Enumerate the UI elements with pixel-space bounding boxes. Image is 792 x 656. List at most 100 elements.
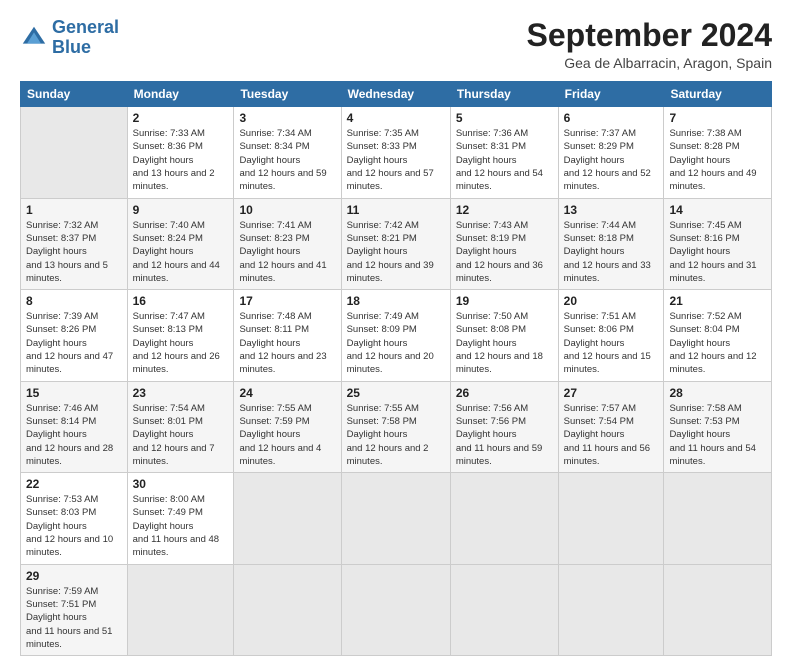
day-number: 13 xyxy=(564,203,659,217)
table-row xyxy=(21,107,128,198)
day-info: Sunrise: 7:57 AMSunset: 7:54 PMDaylight … xyxy=(564,403,650,467)
day-info: Sunrise: 7:33 AMSunset: 8:36 PMDaylight … xyxy=(133,128,215,192)
table-row: 12 Sunrise: 7:43 AMSunset: 8:19 PMDaylig… xyxy=(450,198,558,289)
table-row: 19 Sunrise: 7:50 AMSunset: 8:08 PMDaylig… xyxy=(450,290,558,381)
logo-icon xyxy=(20,24,48,52)
day-number: 11 xyxy=(347,203,445,217)
table-row: 8 Sunrise: 7:39 AMSunset: 8:26 PMDayligh… xyxy=(21,290,128,381)
day-number: 9 xyxy=(133,203,229,217)
day-number: 25 xyxy=(347,386,445,400)
col-sunday: Sunday xyxy=(21,82,128,107)
table-row: 28 Sunrise: 7:58 AMSunset: 7:53 PMDaylig… xyxy=(664,381,772,472)
day-info: Sunrise: 7:36 AMSunset: 8:31 PMDaylight … xyxy=(456,128,543,192)
day-number: 4 xyxy=(347,111,445,125)
day-number: 22 xyxy=(26,477,122,491)
table-row: 6 Sunrise: 7:37 AMSunset: 8:29 PMDayligh… xyxy=(558,107,664,198)
table-row: 20 Sunrise: 7:51 AMSunset: 8:06 PMDaylig… xyxy=(558,290,664,381)
day-number: 28 xyxy=(669,386,766,400)
header: General Blue September 2024 Gea de Albar… xyxy=(20,18,772,71)
day-info: Sunrise: 7:34 AMSunset: 8:34 PMDaylight … xyxy=(239,128,326,192)
table-row: 26 Sunrise: 7:56 AMSunset: 7:56 PMDaylig… xyxy=(450,381,558,472)
table-row: 27 Sunrise: 7:57 AMSunset: 7:54 PMDaylig… xyxy=(558,381,664,472)
day-number: 8 xyxy=(26,294,122,308)
calendar-row: 1 Sunrise: 7:32 AMSunset: 8:37 PMDayligh… xyxy=(21,198,772,289)
day-info: Sunrise: 7:45 AMSunset: 8:16 PMDaylight … xyxy=(669,220,756,284)
table-row xyxy=(450,473,558,564)
table-row: 16 Sunrise: 7:47 AMSunset: 8:13 PMDaylig… xyxy=(127,290,234,381)
day-number: 19 xyxy=(456,294,553,308)
table-row: 22 Sunrise: 7:53 AMSunset: 8:03 PMDaylig… xyxy=(21,473,128,564)
day-info: Sunrise: 7:42 AMSunset: 8:21 PMDaylight … xyxy=(347,220,434,284)
table-row: 11 Sunrise: 7:42 AMSunset: 8:21 PMDaylig… xyxy=(341,198,450,289)
day-info: Sunrise: 7:51 AMSunset: 8:06 PMDaylight … xyxy=(564,311,651,375)
page: General Blue September 2024 Gea de Albar… xyxy=(0,0,792,612)
day-number: 2 xyxy=(133,111,229,125)
col-friday: Friday xyxy=(558,82,664,107)
calendar-header-row: Sunday Monday Tuesday Wednesday Thursday… xyxy=(21,82,772,107)
day-info: Sunrise: 7:40 AMSunset: 8:24 PMDaylight … xyxy=(133,220,220,284)
table-row: 13 Sunrise: 7:44 AMSunset: 8:18 PMDaylig… xyxy=(558,198,664,289)
day-number: 29 xyxy=(26,569,122,583)
day-number: 18 xyxy=(347,294,445,308)
day-number: 23 xyxy=(133,386,229,400)
calendar-row: 15 Sunrise: 7:46 AMSunset: 8:14 PMDaylig… xyxy=(21,381,772,472)
table-row xyxy=(234,564,341,655)
calendar-row: 22 Sunrise: 7:53 AMSunset: 8:03 PMDaylig… xyxy=(21,473,772,564)
day-info: Sunrise: 7:44 AMSunset: 8:18 PMDaylight … xyxy=(564,220,651,284)
col-monday: Monday xyxy=(127,82,234,107)
day-number: 21 xyxy=(669,294,766,308)
table-row: 5 Sunrise: 7:36 AMSunset: 8:31 PMDayligh… xyxy=(450,107,558,198)
day-info: Sunrise: 7:43 AMSunset: 8:19 PMDaylight … xyxy=(456,220,543,284)
table-row xyxy=(664,564,772,655)
table-row: 14 Sunrise: 7:45 AMSunset: 8:16 PMDaylig… xyxy=(664,198,772,289)
day-info: Sunrise: 8:00 AMSunset: 7:49 PMDaylight … xyxy=(133,494,219,558)
day-number: 17 xyxy=(239,294,335,308)
day-info: Sunrise: 7:32 AMSunset: 8:37 PMDaylight … xyxy=(26,220,108,284)
table-row: 2 Sunrise: 7:33 AMSunset: 8:36 PMDayligh… xyxy=(127,107,234,198)
location-title: Gea de Albarracin, Aragon, Spain xyxy=(527,55,772,71)
logo: General Blue xyxy=(20,18,119,58)
table-row: 17 Sunrise: 7:48 AMSunset: 8:11 PMDaylig… xyxy=(234,290,341,381)
day-number: 1 xyxy=(26,203,122,217)
table-row: 3 Sunrise: 7:34 AMSunset: 8:34 PMDayligh… xyxy=(234,107,341,198)
col-saturday: Saturday xyxy=(664,82,772,107)
day-info: Sunrise: 7:58 AMSunset: 7:53 PMDaylight … xyxy=(669,403,755,467)
table-row: 30 Sunrise: 8:00 AMSunset: 7:49 PMDaylig… xyxy=(127,473,234,564)
day-number: 15 xyxy=(26,386,122,400)
day-info: Sunrise: 7:47 AMSunset: 8:13 PMDaylight … xyxy=(133,311,220,375)
day-number: 10 xyxy=(239,203,335,217)
table-row xyxy=(450,564,558,655)
table-row: 24 Sunrise: 7:55 AMSunset: 7:59 PMDaylig… xyxy=(234,381,341,472)
table-row: 10 Sunrise: 7:41 AMSunset: 8:23 PMDaylig… xyxy=(234,198,341,289)
day-number: 7 xyxy=(669,111,766,125)
calendar: Sunday Monday Tuesday Wednesday Thursday… xyxy=(20,81,772,656)
day-number: 20 xyxy=(564,294,659,308)
table-row xyxy=(558,473,664,564)
day-number: 27 xyxy=(564,386,659,400)
table-row xyxy=(127,564,234,655)
day-info: Sunrise: 7:55 AMSunset: 7:59 PMDaylight … xyxy=(239,403,321,467)
table-row: 15 Sunrise: 7:46 AMSunset: 8:14 PMDaylig… xyxy=(21,381,128,472)
day-number: 30 xyxy=(133,477,229,491)
month-title: September 2024 xyxy=(527,18,772,53)
day-info: Sunrise: 7:50 AMSunset: 8:08 PMDaylight … xyxy=(456,311,543,375)
day-number: 16 xyxy=(133,294,229,308)
day-info: Sunrise: 7:49 AMSunset: 8:09 PMDaylight … xyxy=(347,311,434,375)
day-number: 24 xyxy=(239,386,335,400)
logo-text: General Blue xyxy=(52,18,119,58)
table-row xyxy=(558,564,664,655)
calendar-row: 8 Sunrise: 7:39 AMSunset: 8:26 PMDayligh… xyxy=(21,290,772,381)
table-row xyxy=(341,473,450,564)
table-row: 9 Sunrise: 7:40 AMSunset: 8:24 PMDayligh… xyxy=(127,198,234,289)
day-info: Sunrise: 7:39 AMSunset: 8:26 PMDaylight … xyxy=(26,311,113,375)
day-number: 12 xyxy=(456,203,553,217)
table-row: 4 Sunrise: 7:35 AMSunset: 8:33 PMDayligh… xyxy=(341,107,450,198)
col-thursday: Thursday xyxy=(450,82,558,107)
col-tuesday: Tuesday xyxy=(234,82,341,107)
day-info: Sunrise: 7:41 AMSunset: 8:23 PMDaylight … xyxy=(239,220,326,284)
day-number: 3 xyxy=(239,111,335,125)
day-info: Sunrise: 7:35 AMSunset: 8:33 PMDaylight … xyxy=(347,128,434,192)
day-info: Sunrise: 7:59 AMSunset: 7:51 PMDaylight … xyxy=(26,586,112,650)
calendar-row: 2 Sunrise: 7:33 AMSunset: 8:36 PMDayligh… xyxy=(21,107,772,198)
table-row: 1 Sunrise: 7:32 AMSunset: 8:37 PMDayligh… xyxy=(21,198,128,289)
